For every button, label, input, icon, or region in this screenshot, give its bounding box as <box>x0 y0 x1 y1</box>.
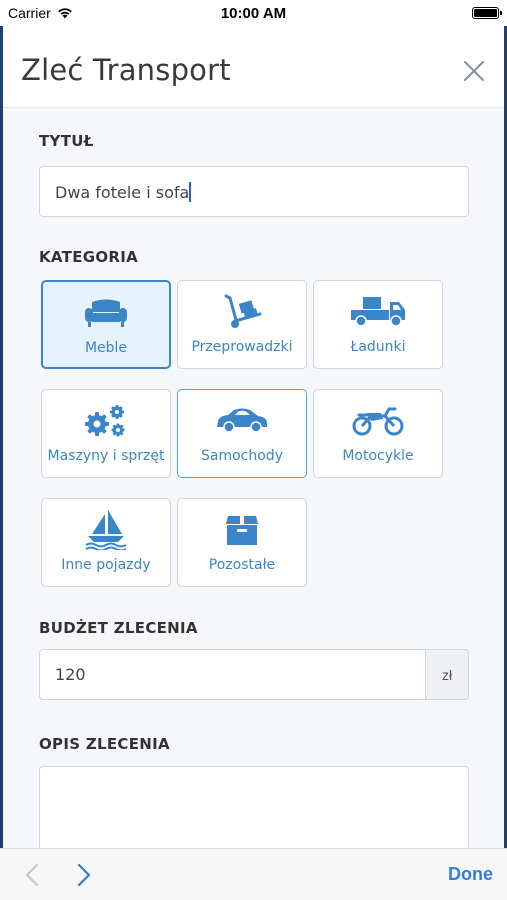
category-tile-label: Ładunki <box>350 339 406 355</box>
title-input-value: Dwa fotele i sofa <box>55 183 190 202</box>
category-tile-label: Meble <box>84 340 128 356</box>
category-tile-label: Przeprowadzki <box>191 339 293 355</box>
modal-header: Zleć Transport <box>3 26 504 108</box>
category-tile-label: Inne pojazdy <box>61 557 151 573</box>
previous-field-icon[interactable] <box>20 862 44 888</box>
category-tile-label: Samochody <box>201 448 283 464</box>
category-tile-samochody[interactable]: Samochody <box>177 389 307 478</box>
category-tile-label: Maszyny i sprzęt <box>47 448 165 464</box>
truck-icon <box>351 297 405 327</box>
category-label: KATEGORIA <box>39 248 139 266</box>
gears-icon <box>85 405 125 437</box>
category-tile-motocykle[interactable]: Motocykle <box>313 389 443 478</box>
title-input[interactable]: Dwa fotele i sofa <box>39 166 469 217</box>
category-tile-pozostale[interactable]: Pozostałe <box>177 498 307 587</box>
title-label: TYTUŁ <box>39 132 94 150</box>
close-icon[interactable] <box>462 59 486 83</box>
sofa-icon <box>85 299 127 327</box>
description-textarea[interactable] <box>39 766 469 848</box>
page-title: Zleć Transport <box>21 53 231 87</box>
car-icon <box>217 408 267 433</box>
status-time: 10:00 AM <box>220 5 287 22</box>
category-tile-przeprowadzki[interactable]: Przeprowadzki <box>177 280 307 369</box>
transport-order-modal: Zleć Transport TYTUŁ Dwa fotele i sofa K… <box>3 26 504 848</box>
box-icon <box>226 516 258 545</box>
description-label: OPIS ZLECENIA <box>39 735 170 753</box>
category-tile-inne-pojazdy[interactable]: Inne pojazdy <box>41 498 171 587</box>
status-bar: Carrier 10:00 AM <box>0 0 507 26</box>
keyboard-toolbar: Done <box>0 848 507 900</box>
text-caret <box>189 182 192 202</box>
done-button[interactable]: Done <box>448 864 493 885</box>
battery-icon <box>472 7 502 19</box>
budget-label: BUDŻET ZLECENIA <box>39 619 198 637</box>
motorcycle-icon <box>352 407 404 436</box>
category-tile-label: Motocykle <box>342 448 414 464</box>
hand-truck-icon <box>224 294 262 328</box>
category-tile-meble[interactable]: Meble <box>41 280 171 369</box>
currency-addon: zł <box>425 649 469 700</box>
sailboat-icon <box>85 510 127 550</box>
budget-input[interactable]: 120 <box>39 649 425 700</box>
category-tile-label: Pozostałe <box>208 557 276 573</box>
next-field-icon[interactable] <box>72 862 96 888</box>
category-tile-maszyny[interactable]: Maszyny i sprzęt <box>41 389 171 478</box>
budget-input-group: 120 zł <box>39 649 469 700</box>
category-tile-ladunki[interactable]: Ładunki <box>313 280 443 369</box>
